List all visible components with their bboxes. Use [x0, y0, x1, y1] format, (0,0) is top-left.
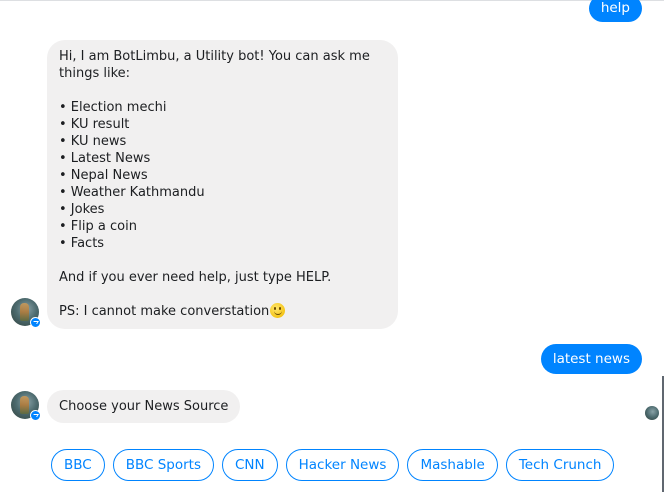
bot-message-text: Hi, I am BotLimbu, a Utility bot! You ca…	[59, 49, 370, 319]
seen-indicator-avatar	[645, 406, 659, 420]
bot-prompt-text: Choose your News Source	[59, 399, 229, 414]
messenger-badge-icon	[30, 410, 41, 421]
bot-message-prompt: Choose your News Source	[47, 390, 241, 423]
slightly-smiling-face-icon	[270, 303, 286, 318]
user-message-latest-news: latest news	[540, 344, 642, 374]
avatar-figure	[20, 396, 29, 414]
chat-thread: help Hi, I am BotLimbu, a Utility bot! Y…	[0, 0, 664, 492]
bot-avatar[interactable]	[11, 298, 41, 328]
user-message-help: help	[588, 0, 642, 22]
bot-avatar[interactable]	[11, 391, 41, 421]
quick-reply-tech-crunch[interactable]: Tech Crunch	[505, 449, 615, 481]
avatar-figure	[20, 303, 29, 321]
quick-replies: BBC BBC Sports CNN Hacker News Mashable …	[51, 449, 615, 481]
bot-message-intro: Hi, I am BotLimbu, a Utility bot! You ca…	[47, 40, 398, 329]
quick-reply-cnn[interactable]: CNN	[222, 449, 278, 481]
quick-reply-mashable[interactable]: Mashable	[407, 449, 498, 481]
messenger-badge-icon	[30, 317, 41, 328]
quick-reply-bbc[interactable]: BBC	[51, 449, 105, 481]
user-message-text: latest news	[552, 351, 630, 367]
quick-reply-bbc-sports[interactable]: BBC Sports	[112, 449, 214, 481]
user-message-text: help	[600, 0, 630, 16]
quick-reply-hacker-news[interactable]: Hacker News	[285, 449, 400, 481]
